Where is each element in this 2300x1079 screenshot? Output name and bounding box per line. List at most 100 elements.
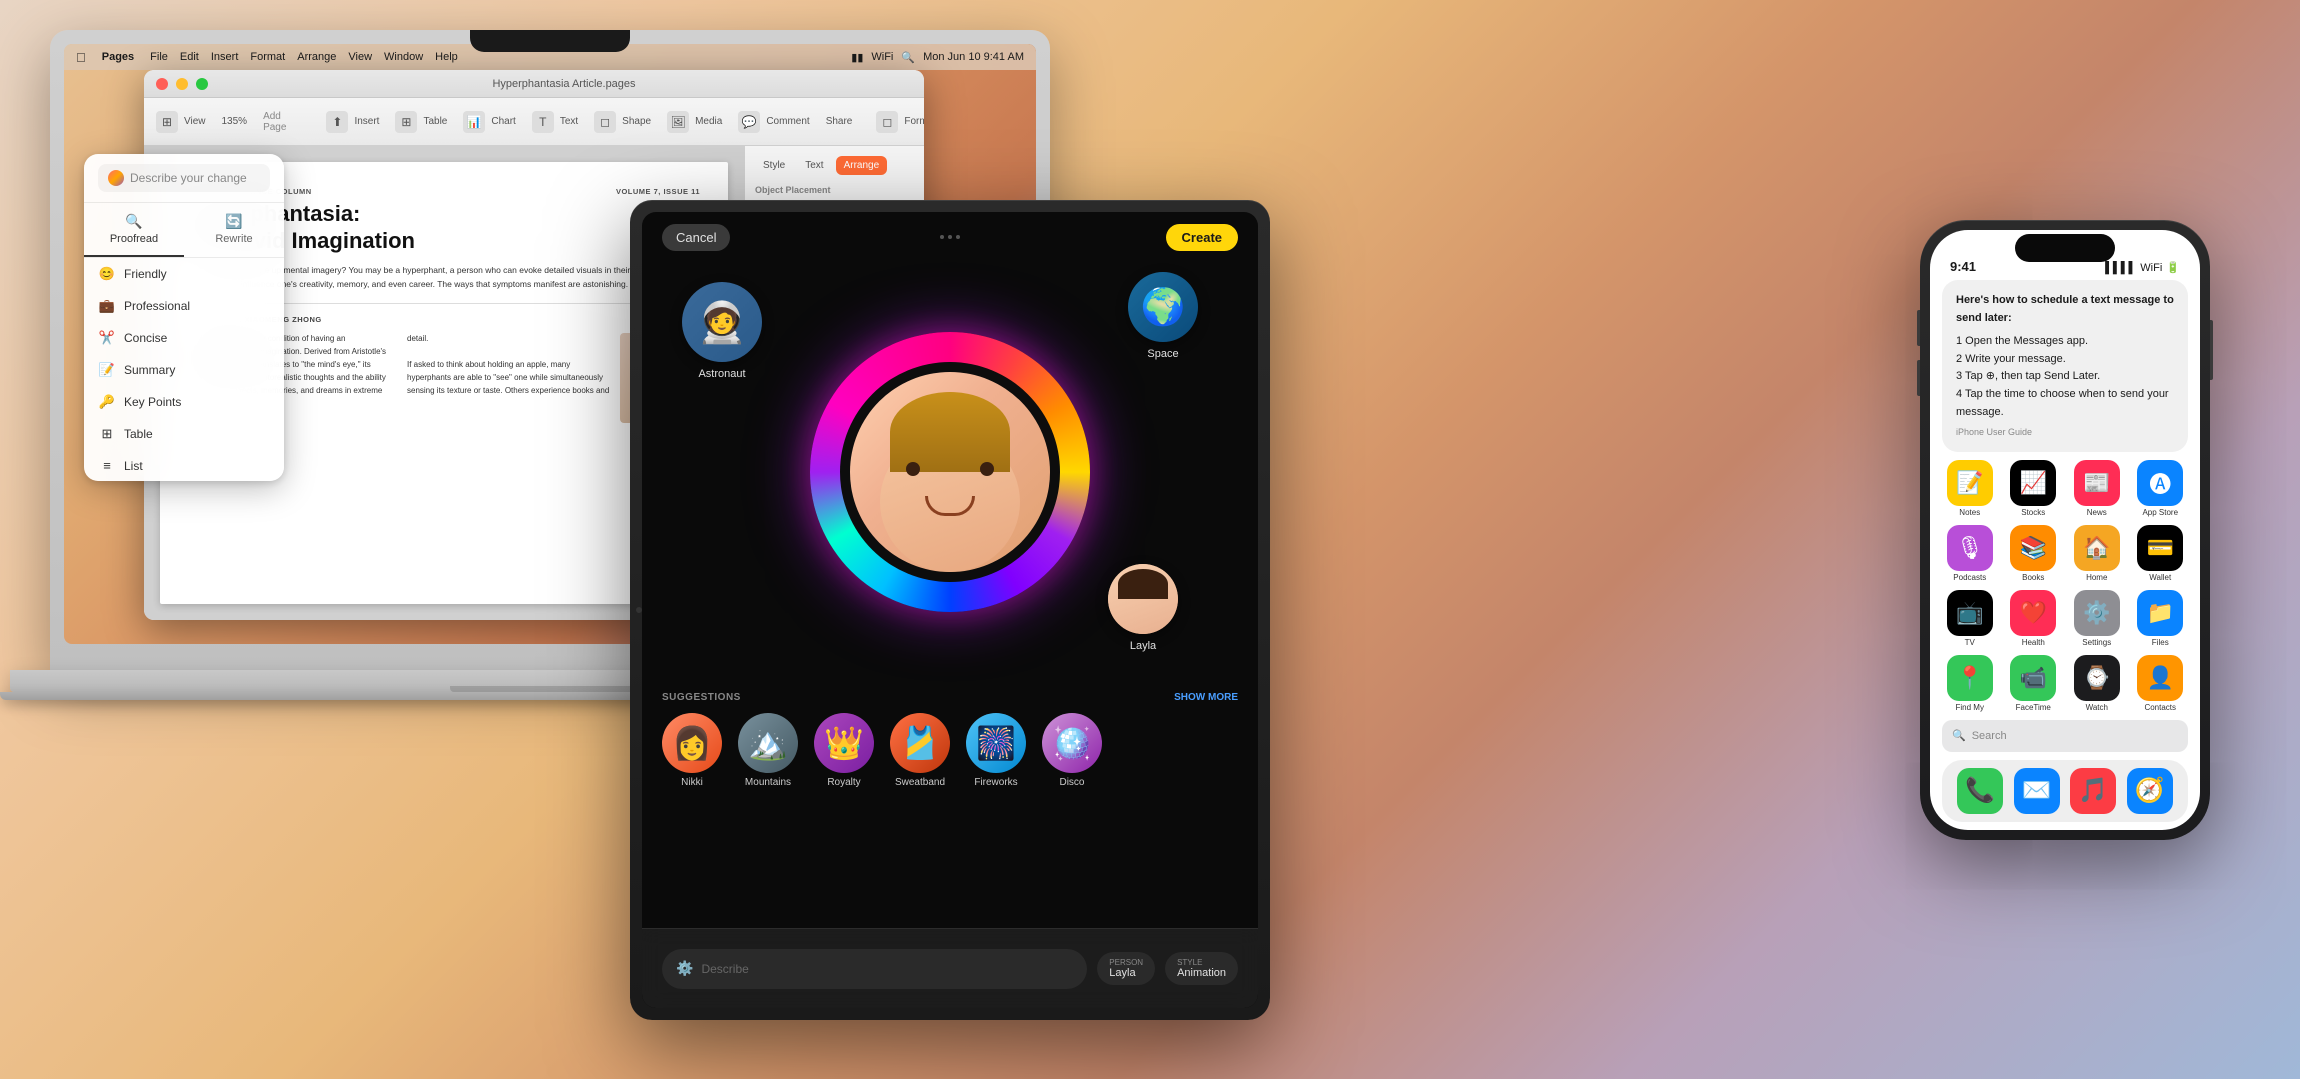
toolbar-media[interactable]: 🖼 Media	[667, 111, 722, 133]
layla-label: Layla	[1130, 640, 1156, 652]
message-step-1: 1 Open the Messages app.	[1956, 333, 2174, 351]
menu-insert[interactable]: Insert	[211, 51, 239, 63]
tab-rewrite[interactable]: 🔄 Rewrite	[184, 203, 284, 257]
volume-down-button[interactable]	[1917, 360, 1920, 396]
wt-item-professional[interactable]: 💼 Professional	[84, 290, 284, 322]
addpage-label[interactable]: Add Page	[263, 111, 286, 133]
media-icon[interactable]: 🖼	[667, 111, 689, 133]
space-emoji: 🌍	[1128, 272, 1198, 342]
app-appstore[interactable]: 🅐 App Store	[2133, 460, 2189, 517]
suggestion-royalty[interactable]: 👑 Royalty	[814, 713, 874, 788]
menu-format[interactable]: Format	[250, 51, 285, 63]
zoom-label[interactable]: 135%	[222, 116, 248, 127]
app-files[interactable]: 📁 Files	[2133, 590, 2189, 647]
tab-arrange[interactable]: Arrange	[836, 156, 888, 175]
dock-phone[interactable]: 📞	[1957, 768, 2003, 814]
ipad-cancel-button[interactable]: Cancel	[662, 224, 730, 251]
search-menubar-icon[interactable]: 🔍	[901, 51, 915, 64]
genmoji-main-ring[interactable]	[810, 332, 1090, 612]
app-watch[interactable]: ⌚ Watch	[2069, 655, 2125, 712]
shape-icon[interactable]: ◻	[594, 111, 616, 133]
tab-style[interactable]: Style	[755, 156, 793, 175]
genmoji-astronaut[interactable]: 🧑‍🚀 Astronaut	[682, 282, 762, 380]
menu-window[interactable]: Window	[384, 51, 423, 63]
person-pill[interactable]: PERSON Layla	[1097, 952, 1155, 985]
close-button[interactable]	[156, 78, 168, 90]
show-more-button[interactable]: SHOW MORE	[1174, 692, 1238, 703]
app-settings[interactable]: ⚙️ Settings	[2069, 590, 2125, 647]
app-stocks[interactable]: 📈 Stocks	[2006, 460, 2062, 517]
menu-help[interactable]: Help	[435, 51, 458, 63]
genmoji-layla[interactable]: Layla	[1108, 564, 1178, 652]
style-value: Animation	[1177, 967, 1226, 979]
menu-view[interactable]: View	[348, 51, 372, 63]
wt-item-summary[interactable]: 📝 Summary	[84, 354, 284, 386]
side-button[interactable]	[2210, 320, 2213, 380]
wt-item-keypoints[interactable]: 🔑 Key Points	[84, 386, 284, 418]
home-icon: 🏠	[2074, 525, 2120, 571]
app-podcasts[interactable]: 🎙 Podcasts	[1942, 525, 1998, 582]
menu-file[interactable]: File	[150, 51, 168, 63]
toolbar-shape[interactable]: ◻ Shape	[594, 111, 651, 133]
ipad-describe-input[interactable]: ⚙️ Describe	[662, 949, 1087, 989]
toolbar-table[interactable]: ⊞ Table	[395, 111, 447, 133]
dock-mail[interactable]: ✉️	[2014, 768, 2060, 814]
tab-text[interactable]: Text	[797, 156, 831, 175]
table-icon[interactable]: ⊞	[395, 111, 417, 133]
wt-tabs: 🔍 Proofread 🔄 Rewrite	[84, 203, 284, 258]
app-wallet[interactable]: 💳 Wallet	[2133, 525, 2189, 582]
app-home[interactable]: 🏠 Home	[2069, 525, 2125, 582]
wt-describe-row[interactable]: Describe your change	[98, 164, 270, 192]
view-icon[interactable]: ⊞	[156, 111, 178, 133]
rewrite-icon: 🔄	[225, 213, 242, 230]
wt-item-table[interactable]: ⊞ Table	[84, 418, 284, 450]
app-tv[interactable]: 📺 TV	[1942, 590, 1998, 647]
window-title: Hyperphantasia Article.pages	[216, 78, 912, 90]
menu-arrange[interactable]: Arrange	[297, 51, 336, 63]
dock-music[interactable]: 🎵	[2070, 768, 2116, 814]
app-books[interactable]: 📚 Books	[2006, 525, 2062, 582]
text-icon[interactable]: T	[532, 111, 554, 133]
apple-logo[interactable]: 	[76, 50, 86, 65]
toolbar-chart[interactable]: 📊 Chart	[463, 111, 515, 133]
toolbar-insert[interactable]: ⬆ Insert	[326, 111, 379, 133]
wt-item-friendly[interactable]: 😊 Friendly	[84, 258, 284, 290]
fullscreen-button[interactable]	[196, 78, 208, 90]
pages-titlebar: Hyperphantasia Article.pages	[144, 70, 924, 98]
app-findmy[interactable]: 📍 Find My	[1942, 655, 1998, 712]
app-facetime[interactable]: 📹 FaceTime	[2006, 655, 2062, 712]
insert-icon[interactable]: ⬆	[326, 111, 348, 133]
chart-icon[interactable]: 📊	[463, 111, 485, 133]
view-label[interactable]: View	[184, 116, 206, 127]
iphone-search-bar[interactable]: 🔍 Search	[1942, 720, 2188, 752]
suggestion-sweatband[interactable]: 🎽 Sweatband	[890, 713, 950, 788]
app-contacts[interactable]: 👤 Contacts	[2133, 655, 2189, 712]
app-health[interactable]: ❤️ Health	[2006, 590, 2062, 647]
minimize-button[interactable]	[176, 78, 188, 90]
wt-item-concise[interactable]: ✂️ Concise	[84, 322, 284, 354]
suggestion-mountains[interactable]: 🏔️ Mountains	[738, 713, 798, 788]
toolbar-share[interactable]: Share	[826, 116, 853, 127]
tab-proofread[interactable]: 🔍 Proofread	[84, 203, 184, 257]
menu-pages[interactable]: Pages	[102, 51, 134, 63]
mountains-label: Mountains	[745, 777, 791, 788]
volume-up-button[interactable]	[1917, 310, 1920, 346]
wt-item-list[interactable]: ≡ List	[84, 450, 284, 481]
format-icon[interactable]: ◻	[876, 111, 898, 133]
comment-icon[interactable]: 💬	[738, 111, 760, 133]
suggestion-fireworks[interactable]: 🎆 Fireworks	[966, 713, 1026, 788]
describe-search-icon: ⚙️	[676, 960, 693, 977]
dock-safari[interactable]: 🧭	[2127, 768, 2173, 814]
app-notes[interactable]: 📝 Notes	[1942, 460, 1998, 517]
genmoji-space[interactable]: 🌍 Space	[1128, 272, 1198, 360]
toolbar-comment[interactable]: 💬 Comment	[738, 111, 809, 133]
menu-edit[interactable]: Edit	[180, 51, 199, 63]
style-pill[interactable]: STYLE Animation	[1165, 952, 1238, 985]
suggestion-nikki[interactable]: 👩 Nikki	[662, 713, 722, 788]
suggestion-disco[interactable]: 🪩 Disco	[1042, 713, 1102, 788]
app-news[interactable]: 📰 News	[2069, 460, 2125, 517]
toolbar-format[interactable]: ◻ Format	[876, 111, 924, 133]
message-step-3: 3 Tap ⊕, then tap Send Later.	[1956, 368, 2174, 386]
ipad-create-button[interactable]: Create	[1166, 224, 1238, 251]
toolbar-text[interactable]: T Text	[532, 111, 578, 133]
